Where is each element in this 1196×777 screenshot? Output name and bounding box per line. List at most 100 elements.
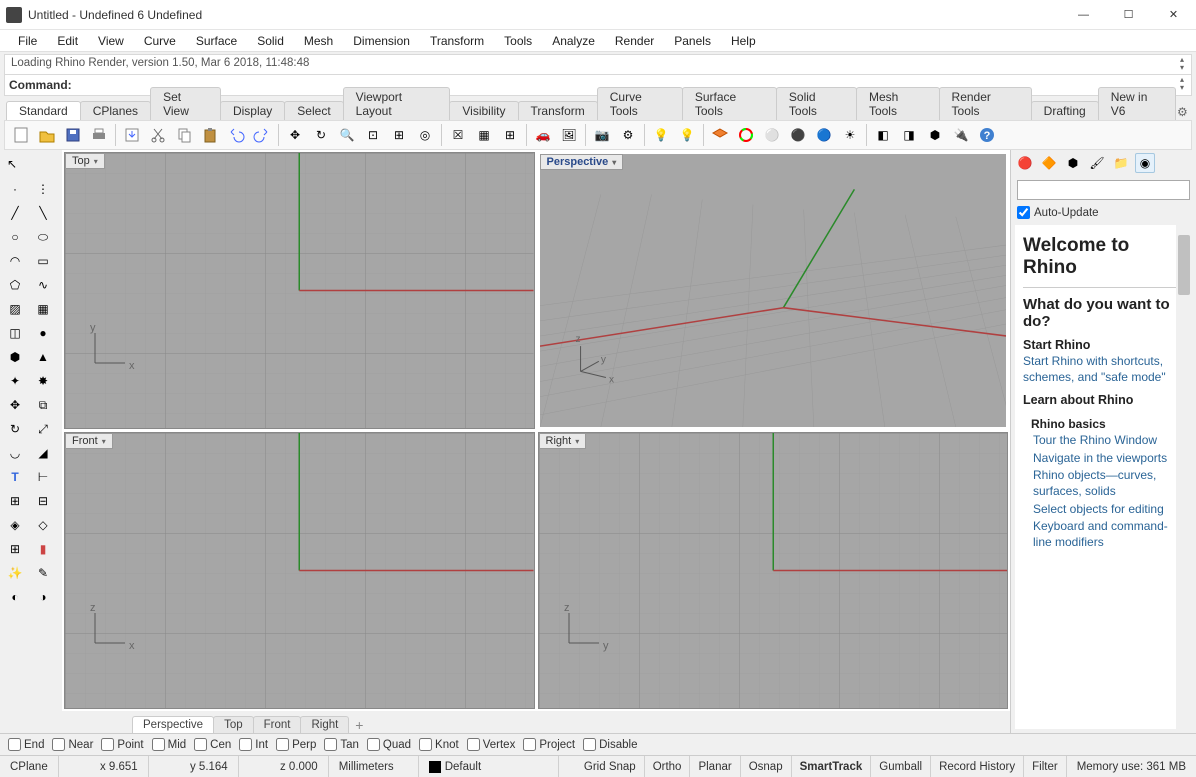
menu-curve[interactable]: Curve <box>134 32 186 50</box>
menu-solid[interactable]: Solid <box>247 32 294 50</box>
rotate-icon[interactable]: ↻ <box>2 418 28 440</box>
tab-setview[interactable]: Set View <box>150 87 221 120</box>
tabs-gear-icon[interactable]: ⚙ <box>1175 104 1190 120</box>
polygon-icon[interactable]: ⬠ <box>2 274 28 296</box>
sphere-icon[interactable]: ● <box>30 322 56 344</box>
osnap-near[interactable]: Near <box>52 738 93 751</box>
tab-select[interactable]: Select <box>284 101 343 120</box>
command-scrollbar[interactable]: ▴▾ <box>1175 76 1189 92</box>
panel-search-input[interactable] <box>1017 180 1190 200</box>
vtab-perspective[interactable]: Perspective <box>132 716 214 733</box>
ellipse-icon[interactable]: ⬭ <box>30 226 56 248</box>
status-osnap[interactable]: Osnap <box>741 756 792 777</box>
block-edit-icon[interactable]: ◨ <box>897 123 921 147</box>
panel-help-icon[interactable]: ◉ <box>1135 153 1155 173</box>
pencil-icon[interactable]: ✎ <box>30 562 56 584</box>
import-icon[interactable] <box>120 123 144 147</box>
points-icon[interactable]: ⋮ <box>30 178 56 200</box>
align-icon[interactable]: ⊟ <box>30 490 56 512</box>
viewport-label-perspective[interactable]: Perspective▾ <box>540 154 624 170</box>
tab-viewport-layout[interactable]: Viewport Layout <box>343 87 451 120</box>
menu-analyze[interactable]: Analyze <box>542 32 605 50</box>
help-panel-body[interactable]: Welcome to Rhino What do you want to do?… <box>1015 225 1192 729</box>
vtab-front[interactable]: Front <box>253 716 302 733</box>
osnap-mid[interactable]: Mid <box>152 738 187 751</box>
osnap-vertex[interactable]: Vertex <box>467 738 516 751</box>
menu-surface[interactable]: Surface <box>186 32 247 50</box>
nav-link[interactable]: Navigate in the viewports <box>1033 451 1184 467</box>
tab-visibility[interactable]: Visibility <box>449 101 518 120</box>
viewport-right[interactable]: Right▾ zy <box>538 432 1009 709</box>
osnap-point[interactable]: Point <box>101 738 143 751</box>
polyline-icon[interactable]: ╲ <box>30 202 56 224</box>
menu-file[interactable]: File <box>8 32 47 50</box>
tab-cplanes[interactable]: CPlanes <box>80 101 151 120</box>
layers-icon[interactable] <box>708 123 732 147</box>
block-manager-icon[interactable]: ⬢ <box>923 123 947 147</box>
viewport-label-top[interactable]: Top▾ <box>65 153 105 169</box>
menu-help[interactable]: Help <box>721 32 766 50</box>
panel-scrollbar[interactable] <box>1176 225 1192 729</box>
material-icon[interactable]: ⚪ <box>760 123 784 147</box>
move-icon[interactable]: ✥ <box>2 394 28 416</box>
status-gridsnap[interactable]: Grid Snap <box>576 756 645 777</box>
cursor-icon[interactable]: ↖ <box>2 154 22 174</box>
keyboard-link[interactable]: Keyboard and command-line modifiers <box>1033 519 1184 550</box>
maximize-button[interactable]: ☐ <box>1106 0 1151 30</box>
osnap-knot[interactable]: Knot <box>419 738 459 751</box>
zoom-in-icon[interactable]: 🔍 <box>335 123 359 147</box>
osnap-quad[interactable]: Quad <box>367 738 411 751</box>
print-icon[interactable] <box>87 123 111 147</box>
menu-mesh[interactable]: Mesh <box>294 32 343 50</box>
environment-icon[interactable]: 🔵 <box>812 123 836 147</box>
hide-icon[interactable]: 💡 <box>649 123 673 147</box>
rotate-view-icon[interactable]: ↻ <box>309 123 333 147</box>
status-planar[interactable]: Planar <box>690 756 740 777</box>
tab-drafting[interactable]: Drafting <box>1031 101 1099 120</box>
menu-panels[interactable]: Panels <box>664 32 721 50</box>
arc-icon[interactable]: ◠ <box>2 250 28 272</box>
osnap-tan[interactable]: Tan <box>324 738 359 751</box>
minimize-button[interactable]: — <box>1061 0 1106 30</box>
copy2-icon[interactable]: ⧉ <box>30 394 56 416</box>
ungroup-icon[interactable]: ◇ <box>30 514 56 536</box>
cut-icon[interactable] <box>146 123 170 147</box>
add-viewport-tab[interactable]: + <box>348 717 370 733</box>
status-cplane[interactable]: CPlane <box>0 756 59 777</box>
tab-curve-tools[interactable]: Curve Tools <box>597 87 683 120</box>
viewport-front[interactable]: Front▾ zx <box>64 432 535 709</box>
puzzle-icon[interactable]: ✦ <box>2 370 28 392</box>
tab-render-tools[interactable]: Render Tools <box>939 87 1032 120</box>
panel-display-icon[interactable]: ⬢ <box>1063 153 1083 173</box>
scale-icon[interactable]: ⤢ <box>30 418 56 440</box>
chamfer-icon[interactable]: ◢ <box>30 442 56 464</box>
close-button[interactable]: ✕ <box>1151 0 1196 30</box>
curve-icon[interactable]: ∿ <box>30 274 56 296</box>
viewport-label-right[interactable]: Right▾ <box>539 433 587 449</box>
circle-icon[interactable]: ○ <box>2 226 28 248</box>
start-rhino-link[interactable]: Start Rhino with shortcuts, schemes, and… <box>1023 354 1184 385</box>
paste-icon[interactable] <box>198 123 222 147</box>
viewport-perspective[interactable]: Perspective▾ zxy <box>538 152 1009 429</box>
zoom-selected-icon[interactable]: ◎ <box>413 123 437 147</box>
vtab-right[interactable]: Right <box>300 716 349 733</box>
tab-standard[interactable]: Standard <box>6 101 81 120</box>
array-icon[interactable]: ⊞ <box>2 490 28 512</box>
show-icon[interactable]: 💡 <box>675 123 699 147</box>
line-icon[interactable]: ╱ <box>2 202 28 224</box>
magic-icon[interactable]: ✨ <box>2 562 28 584</box>
open-icon[interactable] <box>35 123 59 147</box>
status-units[interactable]: Millimeters <box>329 756 419 777</box>
explosion-icon[interactable]: ✸ <box>30 370 56 392</box>
menu-view[interactable]: View <box>88 32 134 50</box>
text-icon[interactable]: T <box>2 466 28 488</box>
pan-icon[interactable]: ✥ <box>283 123 307 147</box>
status-layer[interactable]: Default <box>419 756 559 777</box>
panel-layers-icon[interactable]: 🔶 <box>1039 153 1059 173</box>
tab-solid-tools[interactable]: Solid Tools <box>776 87 857 120</box>
history-scrollbar[interactable]: ▴▾ <box>1175 56 1189 72</box>
zoom-window-icon[interactable]: ⊡ <box>361 123 385 147</box>
solid-box-icon[interactable]: ◫ <box>2 322 28 344</box>
shade-icon[interactable]: ◐ <box>2 586 28 608</box>
tour-link[interactable]: Tour the Rhino Window <box>1033 433 1184 449</box>
